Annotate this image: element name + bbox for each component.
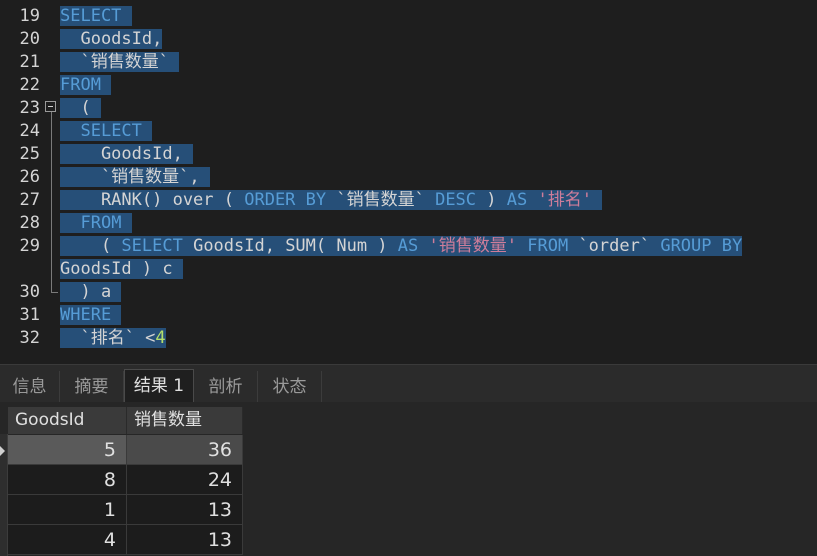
line-number: 23 [19,98,40,118]
tab-summary[interactable]: 摘要 [60,371,124,403]
table-cell[interactable]: 13 [127,525,243,555]
code-token: AS [506,190,528,210]
code-line[interactable]: ( SELECT GoodsId, SUM( Num ) AS '销售数量' F… [60,235,743,258]
tab-info[interactable]: 信息 [0,371,60,403]
table-cell[interactable]: 8 [8,465,127,495]
code-token: ( [60,98,91,118]
code-token: 4 [155,328,166,348]
code-line[interactable]: FROM [60,74,112,97]
fold-end-marker [51,292,58,293]
code-token [168,52,180,72]
code-line[interactable]: `销售数量`, [60,166,210,189]
code-token [121,213,132,233]
code-token: GROUP BY [660,236,743,256]
line-number: 27 [19,190,40,210]
tab-result-1[interactable]: 结果 1 [124,369,194,403]
code-token: SELECT [80,121,142,141]
code-line[interactable]: `排名` <4 [60,327,166,350]
code-token: GoodsId ) c [60,259,183,279]
code-token: `order` [568,236,661,256]
current-row-arrow-icon [0,446,5,456]
sql-editor[interactable]: 19 20 21 22 23 24 25 26 27 28 29 30 31 32 SELECT Good… [0,0,817,364]
code-line[interactable]: `销售数量` [60,51,180,74]
code-token: '销售数量' [428,236,517,256]
code-token [199,167,210,187]
line-number: 22 [19,75,40,95]
code-line[interactable]: ) a [60,281,122,304]
code-token: FROM [80,213,122,233]
code-line[interactable]: SELECT [60,5,132,28]
column-header-sales-qty[interactable]: 销售数量 [127,407,243,434]
code-token: AS [397,236,419,256]
code-line[interactable]: WHERE [60,304,122,327]
line-number: 30 [19,282,40,302]
tab-status[interactable]: 状态 [258,371,322,403]
code-token: `销售数量`, [60,167,200,187]
line-number: 24 [19,121,40,141]
code-token: ) a [60,282,122,302]
code-token: `排名` < [60,328,156,348]
code-token [418,236,429,256]
code-line[interactable]: ( [60,97,101,120]
code-token: ( [60,236,122,256]
line-number: 31 [19,305,40,325]
code-token [141,121,153,141]
code-token: `销售数量` [326,190,436,210]
code-token: SELECT [60,6,122,26]
line-number: 29 [19,236,40,256]
column-header-goodsid[interactable]: GoodsId [8,407,127,434]
code-token: ORDER BY [244,190,327,210]
result-tab-bar: 信息 摘要 结果 1 剖析 状态 [0,364,817,403]
code-token [121,6,132,26]
code-line[interactable]: GoodsId ) c [60,258,183,281]
code-token [60,213,81,233]
code-token: FROM [527,236,569,256]
code-token [60,121,81,141]
code-token: FROM [60,75,101,95]
collapse-block-icon[interactable] [45,101,56,112]
code-token: DESC [435,190,477,210]
code-line[interactable]: FROM [60,212,132,235]
code-line[interactable]: RANK() over ( ORDER BY `销售数量` DESC ) AS … [60,189,603,212]
code-token: '排名' [537,190,592,210]
line-number: 32 [19,328,40,348]
line-number: 21 [19,52,40,72]
table-cell[interactable]: 36 [127,435,243,465]
line-number: 20 [19,29,40,49]
code-token: ) [476,190,507,210]
line-number: 28 [19,213,40,233]
table-cell[interactable]: 4 [8,525,127,555]
code-token [100,75,112,95]
code-line[interactable]: GoodsId, [60,28,163,51]
code-token [182,144,194,164]
line-number: 25 [19,144,40,164]
table-cell[interactable]: 13 [127,495,243,525]
code-line[interactable]: SELECT [60,120,153,143]
line-number: 26 [19,167,40,187]
code-token [527,190,538,210]
code-token: `销售数量` [60,52,169,72]
code-token [90,98,101,118]
code-token [591,190,603,210]
tab-profile[interactable]: 剖析 [194,371,258,403]
table-cell[interactable]: 1 [8,495,127,525]
code-token: GoodsId, [60,29,163,49]
result-grid: GoodsId 销售数量 5 36 8 24 1 13 4 13 [0,402,817,556]
line-number: 19 [19,6,40,26]
code-token: WHERE [60,305,112,325]
code-line[interactable]: GoodsId, [60,143,194,166]
code-token [111,305,122,325]
code-token: SELECT [121,236,183,256]
table-cell[interactable]: 24 [127,465,243,495]
code-token: RANK() over ( [60,190,245,210]
code-token [517,236,528,256]
code-token: GoodsId, SUM( Num ) [182,236,398,256]
fold-guide-line [51,108,52,292]
code-token: GoodsId, [60,144,183,164]
table-cell[interactable]: 5 [8,435,127,465]
